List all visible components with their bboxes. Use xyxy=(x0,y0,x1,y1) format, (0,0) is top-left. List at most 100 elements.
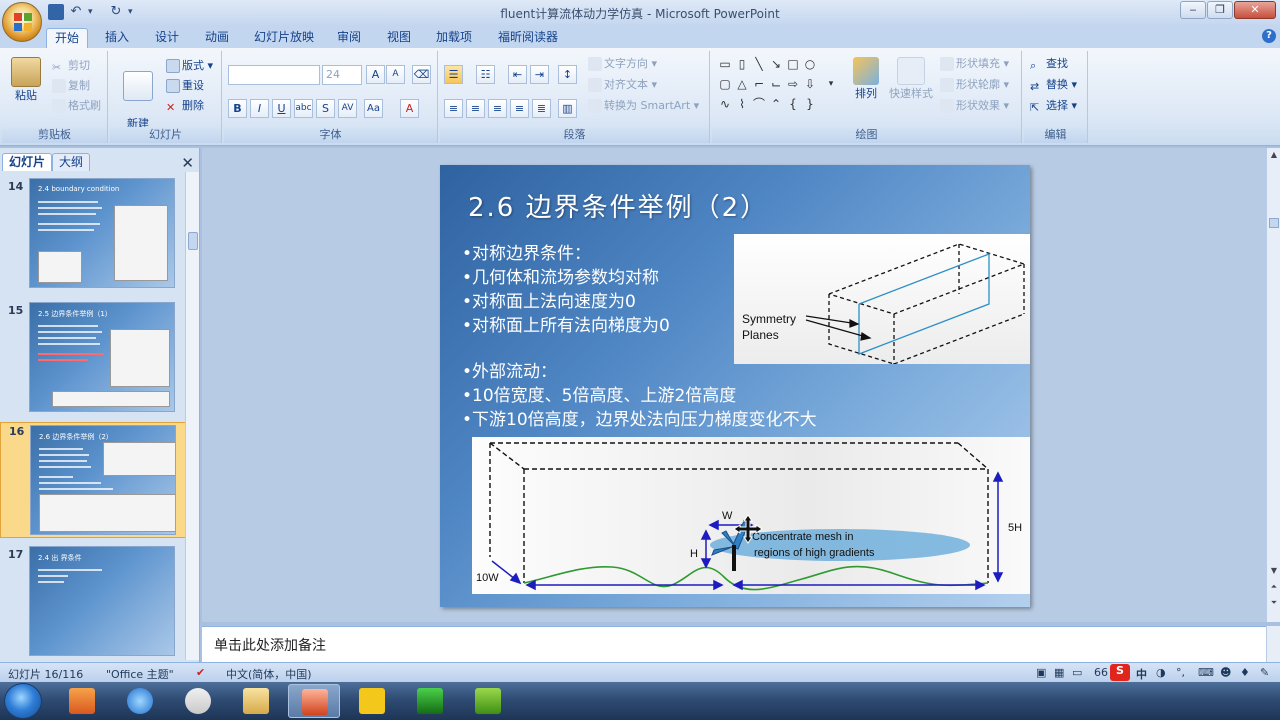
tab-foxit-reader[interactable]: 福昕阅读器 xyxy=(490,28,566,48)
grow-font-button[interactable]: A xyxy=(366,65,385,84)
language-indicator[interactable]: 中文(简体，中国) xyxy=(226,666,312,682)
taskbar-tool[interactable] xyxy=(172,684,224,718)
shadow-button[interactable]: S xyxy=(316,99,335,118)
rectangle-shape-icon[interactable]: □ xyxy=(786,57,800,71)
notes-placeholder[interactable]: 单击此处添加备注 xyxy=(214,635,326,655)
format-painter-button[interactable]: 格式刷 xyxy=(52,97,101,115)
justify-button[interactable]: ≡ xyxy=(510,99,529,118)
textbox-shape-icon[interactable]: ▭ xyxy=(718,57,732,71)
right-arrow-shape-icon[interactable]: ⇨ xyxy=(786,77,800,91)
ime-chinese-mode-icon[interactable]: 中 xyxy=(1136,666,1147,682)
replace-button[interactable]: ⇄ 替换 ▾ xyxy=(1030,76,1077,94)
change-case-button[interactable]: Aa xyxy=(364,99,383,118)
bullet-normal-gradient[interactable]: •对称面上所有法向梯度为0 xyxy=(462,311,670,336)
restore-button[interactable]: ❐ xyxy=(1207,1,1233,19)
ime-keyboard-icon[interactable]: ⌨ xyxy=(1198,666,1214,679)
sogou-ime-icon[interactable]: S xyxy=(1110,664,1130,681)
align-text-button[interactable]: 对齐文本 ▾ xyxy=(588,76,657,94)
slide-thumbnail-16[interactable]: 16 2.6 边界条件举例（2） xyxy=(0,422,186,538)
close-panel-icon[interactable]: ✕ xyxy=(181,154,194,172)
notes-pane[interactable]: 单击此处添加备注 xyxy=(202,626,1266,662)
bracket-shape-icon[interactable]: ⌃ xyxy=(769,97,783,111)
tab-review[interactable]: 审阅 xyxy=(330,28,368,48)
slide[interactable]: 2.6 边界条件举例（2） •对称边界条件： •几何体和流场参数均对称 •对称面… xyxy=(440,165,1030,607)
italic-button[interactable]: I xyxy=(250,99,269,118)
office-button[interactable] xyxy=(2,2,42,42)
scroll-down-icon[interactable]: ▼ xyxy=(1269,566,1279,576)
canvas-scroll-thumb[interactable] xyxy=(1269,218,1279,228)
quick-styles-button[interactable]: 快速样式 xyxy=(886,57,936,101)
reset-button[interactable]: 重设 xyxy=(166,77,204,95)
tab-slideshow[interactable]: 幻灯片放映 xyxy=(248,28,320,48)
spell-check-icon[interactable]: ✔ xyxy=(196,666,205,679)
ime-punctuation-icon[interactable]: °, xyxy=(1176,666,1185,679)
taskbar-internet-explorer[interactable] xyxy=(114,684,166,718)
slideshow-icon[interactable]: ▭ xyxy=(1072,666,1082,679)
shrink-font-button[interactable]: A xyxy=(386,65,405,84)
shape-outline-button[interactable]: 形状轮廓 ▾ xyxy=(940,76,1009,94)
shape-effects-button[interactable]: 形状效果 ▾ xyxy=(940,97,1009,115)
bullet-normal-velocity[interactable]: •对称面上法向速度为0 xyxy=(462,287,636,312)
elbow-connector-shape-icon[interactable]: ⌐ xyxy=(752,77,766,91)
bullet-external-flow[interactable]: •外部流动： xyxy=(462,357,557,382)
strikethrough-button[interactable]: abc xyxy=(294,99,313,118)
layout-button[interactable]: 版式 ▾ xyxy=(166,57,213,75)
ime-tools-icon[interactable]: ✎ xyxy=(1260,666,1269,679)
decrease-indent-button[interactable]: ⇤ xyxy=(508,65,527,84)
arrange-button[interactable]: 排列 xyxy=(848,57,884,101)
slide-sorter-icon[interactable]: ▦ xyxy=(1054,666,1064,679)
theme-name[interactable]: "Office 主题" xyxy=(106,666,174,682)
bullet-downstream[interactable]: •下游10倍高度，边界处法向压力梯度变化不大 xyxy=(462,405,817,430)
next-slide-icon[interactable]: ⏷ xyxy=(1269,598,1279,608)
taskbar-foxit-pdf[interactable] xyxy=(56,684,108,718)
paste-button[interactable]: 粘贴 xyxy=(6,57,46,103)
underline-button[interactable]: U xyxy=(272,99,291,118)
scroll-up-icon[interactable]: ▲ xyxy=(1269,150,1279,160)
delete-slide-button[interactable]: ✕ 删除 xyxy=(166,97,204,115)
curve-shape-icon[interactable]: ∿ xyxy=(718,97,732,111)
close-button[interactable]: ✕ xyxy=(1234,1,1276,19)
tab-home[interactable]: 开始 xyxy=(46,28,88,48)
align-right-button[interactable]: ≡ xyxy=(488,99,507,118)
bullet-geometry[interactable]: •几何体和流场参数均对称 xyxy=(462,263,659,288)
tab-slides-panel[interactable]: 幻灯片 xyxy=(2,153,53,171)
slide-title[interactable]: 2.6 边界条件举例（2） xyxy=(468,187,768,224)
bold-button[interactable]: B xyxy=(228,99,247,118)
help-icon[interactable]: ? xyxy=(1262,29,1276,43)
tab-addins[interactable]: 加载项 xyxy=(430,28,478,48)
line-spacing-button[interactable]: ↕ xyxy=(558,65,577,84)
connector-shape-icon[interactable]: ⌙ xyxy=(769,77,783,91)
distribute-button[interactable]: ≣ xyxy=(532,99,551,118)
tab-outline-panel[interactable]: 大纲 xyxy=(52,153,91,171)
zoom-level[interactable]: 66 xyxy=(1094,666,1108,679)
taskbar-explorer[interactable] xyxy=(230,684,282,718)
left-brace-shape-icon[interactable]: { xyxy=(786,97,800,111)
font-color-button[interactable]: A xyxy=(400,99,419,118)
external-flow-figure[interactable]: W H 5H 10W Concentrate mesh in regions o… xyxy=(472,437,1030,594)
columns-button[interactable]: ▥ xyxy=(558,99,577,118)
smartart-button[interactable]: 转换为 SmartArt ▾ xyxy=(588,97,699,115)
find-button[interactable]: ⌕ 查找 xyxy=(1030,55,1068,73)
notes-scrollbar[interactable] xyxy=(1266,626,1280,662)
slide-thumbnail-17[interactable]: 17 2.4 出 界条件 xyxy=(0,546,186,658)
right-brace-shape-icon[interactable]: } xyxy=(803,97,817,111)
start-button[interactable] xyxy=(4,683,42,719)
shape-fill-button[interactable]: 形状填充 ▾ xyxy=(940,55,1009,73)
triangle-shape-icon[interactable]: △ xyxy=(735,77,749,91)
tab-insert[interactable]: 插入 xyxy=(98,28,136,48)
font-size-combo[interactable]: 24 xyxy=(322,65,362,85)
arrow-line-shape-icon[interactable]: ↘ xyxy=(769,57,783,71)
tab-design[interactable]: 设计 xyxy=(148,28,186,48)
shapes-more-icon[interactable]: ▾ xyxy=(824,77,838,91)
oval-shape-icon[interactable]: ○ xyxy=(803,57,817,71)
align-center-button[interactable]: ≡ xyxy=(466,99,485,118)
down-arrow-shape-icon[interactable]: ⇩ xyxy=(803,77,817,91)
rounded-rect-shape-icon[interactable]: ▢ xyxy=(718,77,732,91)
copy-button[interactable]: 复制 xyxy=(52,77,90,95)
text-direction-button[interactable]: 文字方向 ▾ xyxy=(588,55,657,73)
taskbar-app-yellow[interactable] xyxy=(346,684,398,718)
slide-thumbnail-14[interactable]: 14 2.4 boundary condition xyxy=(0,178,186,292)
bullet-domain-size[interactable]: •10倍宽度、5倍高度、上游2倍高度 xyxy=(462,381,736,406)
increase-indent-button[interactable]: ⇥ xyxy=(530,65,549,84)
taskbar-powerpoint[interactable] xyxy=(288,684,340,718)
